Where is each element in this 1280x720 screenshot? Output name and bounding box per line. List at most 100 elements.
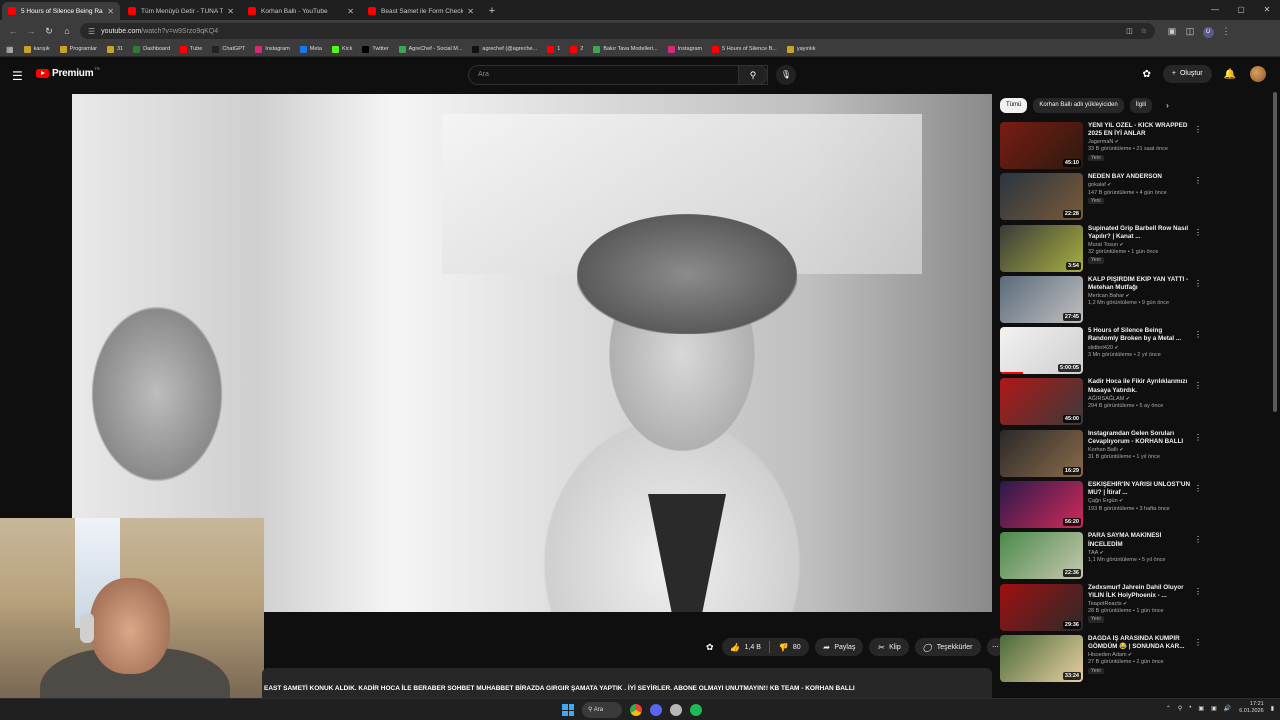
volume-icon[interactable]: 🔊: [1224, 705, 1231, 712]
channel-name[interactable]: AĞIRSAĞLAM: [1088, 396, 1124, 402]
browser-tab[interactable]: Korhan Ballı - YouTube ✕: [242, 2, 360, 20]
video-title[interactable]: NEDEN BAY ANDERSON: [1088, 173, 1192, 181]
tab-close-icon[interactable]: ✕: [107, 7, 114, 16]
reload-icon[interactable]: ↻: [40, 26, 58, 37]
more-options-icon[interactable]: ⋮: [1194, 330, 1202, 339]
bookmark-item[interactable]: Bakır Tava Modelleri...: [593, 45, 658, 53]
video-title[interactable]: Supinated Grip Barbell Row Nasıl Yapılır…: [1088, 225, 1192, 241]
browser-tab[interactable]: Tüm Menüyü Getir - TUNA TA ✕: [122, 2, 240, 20]
back-icon[interactable]: ←: [4, 26, 22, 36]
premium-download-icon[interactable]: ✿: [706, 642, 714, 653]
bookmark-item[interactable]: agrechef (@agreche...: [472, 45, 537, 53]
forward-icon[interactable]: →: [22, 26, 40, 36]
more-options-icon[interactable]: ⋮: [1194, 433, 1202, 442]
taskbar-clock[interactable]: 17:21 6.01.2026: [1239, 701, 1263, 716]
bookmark-item[interactable]: 5 Hours of Silence B...: [712, 45, 777, 53]
video-thumbnail[interactable]: 22:36: [1000, 532, 1083, 580]
bookmark-item[interactable]: 2: [570, 45, 583, 53]
tray-chevron-icon[interactable]: ⌃: [1166, 705, 1171, 712]
chrome-icon[interactable]: [630, 704, 642, 716]
tab-close-icon[interactable]: ✕: [347, 7, 354, 16]
video-thumbnail[interactable]: 29:36: [1000, 583, 1083, 631]
bookmark-item[interactable]: Meta: [299, 45, 322, 53]
video-thumbnail[interactable]: 45:00: [1000, 378, 1083, 426]
home-icon[interactable]: ⌂: [58, 26, 76, 36]
video-thumbnail[interactable]: 3:54: [1000, 224, 1083, 272]
more-options-icon[interactable]: ⋮: [1194, 125, 1202, 134]
video-thumbnail[interactable]: 27:45: [1000, 275, 1083, 323]
video-title[interactable]: ESKİŞEHİR'İN YARISI UNLOST'UN MU? | İtir…: [1088, 481, 1192, 497]
recommended-video[interactable]: 29:36 Zedxsmurf Jahrein Dahil Oluyor YILI…: [1000, 583, 1270, 635]
chevron-right-icon[interactable]: ›: [1166, 101, 1169, 110]
new-tab-button[interactable]: +: [484, 3, 500, 19]
video-title[interactable]: PARA SAYMA MAKİNESİ İNCELEDİM: [1088, 532, 1192, 548]
close-window-icon[interactable]: ✕: [1254, 0, 1280, 20]
display-icon[interactable]: ▣: [1198, 705, 1204, 712]
spotify-icon[interactable]: [690, 704, 702, 716]
bookmark-item[interactable]: yayınlık: [786, 45, 816, 53]
address-bar[interactable]: ☰ youtube.com/watch?v=w9Srzo9qKQ4 ◫ ☆: [80, 23, 1155, 39]
channel-name[interactable]: Hisseden Adam: [1088, 652, 1127, 658]
more-options-icon[interactable]: ⋮: [1194, 279, 1202, 288]
premium-gift-icon[interactable]: ✿: [1143, 69, 1151, 80]
more-options-icon[interactable]: ⋮: [1194, 587, 1202, 596]
more-options-icon[interactable]: ⋮: [1194, 638, 1202, 647]
bookmark-item[interactable]: 31: [106, 45, 123, 53]
channel-name[interactable]: Korhan Ballı: [1088, 447, 1118, 453]
video-title[interactable]: Zedxsmurf Jahrein Dahil Oluyor YILIN İLK…: [1088, 584, 1192, 600]
video-title[interactable]: KALP PİŞİRDİM EKİP YAN YATTI - Metehan M…: [1088, 276, 1192, 292]
bookmark-item[interactable]: Instagram: [255, 45, 290, 53]
video-thumbnail[interactable]: 56:20: [1000, 481, 1083, 529]
create-button[interactable]: + Oluştur: [1162, 65, 1212, 83]
location-icon[interactable]: ⚲: [1178, 705, 1182, 712]
install-icon[interactable]: ◫: [1126, 27, 1133, 35]
channel-name[interactable]: slidbot420: [1088, 345, 1113, 351]
thanks-button[interactable]: ◯ Teşekkürler: [914, 638, 981, 656]
hamburger-menu-icon[interactable]: ☰: [12, 69, 23, 83]
filter-chip[interactable]: Korhan Ballı adlı yükleyiciden: [1033, 98, 1124, 113]
video-title[interactable]: Kadir Hoca ile Fikir Ayrılıklarımızı Mas…: [1088, 378, 1192, 394]
app-icon[interactable]: [670, 704, 682, 716]
clip-button[interactable]: ✂ Klip: [869, 638, 909, 656]
filter-chip[interactable]: Tümü: [1000, 98, 1028, 113]
recommended-video[interactable]: 3:54 Supinated Grip Barbell Row Nasıl Yap…: [1000, 224, 1270, 276]
channel-name[interactable]: Murat Tosun: [1088, 242, 1118, 248]
browser-tab[interactable]: Beast Samet ile Form Check ✕: [362, 2, 480, 20]
minimize-icon[interactable]: —: [1202, 0, 1228, 20]
bookmark-item[interactable]: Kick: [332, 45, 352, 53]
bookmark-item[interactable]: 1: [547, 45, 560, 53]
network-icon[interactable]: ▣: [1211, 705, 1217, 712]
recommended-video[interactable]: 16:29 Instagramdan Gelen Soruları Cevaplı…: [1000, 429, 1270, 481]
channel-name[interactable]: JagermaN: [1088, 139, 1113, 145]
scrollbar-thumb[interactable]: [1273, 92, 1277, 412]
bookmark-item[interactable]: Tube: [180, 45, 202, 53]
bookmark-item[interactable]: karışık: [23, 45, 50, 53]
video-description[interactable]: EAST SAMETİ KONUK ALDIK. KADİR HOCA İLE …: [262, 668, 992, 698]
account-avatar[interactable]: [1250, 66, 1266, 82]
bookmark-item[interactable]: Twitter: [362, 45, 389, 53]
site-info-icon[interactable]: ☰: [88, 27, 95, 36]
discord-icon[interactable]: [650, 704, 662, 716]
more-options-icon[interactable]: ⋮: [1194, 535, 1202, 544]
dislike-button[interactable]: 👎 80: [770, 643, 809, 652]
recommended-video[interactable]: 33:24 DAĞDA İŞ ARASINDA KUMPİR GÖMDÜM 😂 |…: [1000, 634, 1270, 686]
recommended-video[interactable]: 5:00:05 5 Hours of Silence Being Randomly…: [1000, 327, 1270, 378]
bookmark-star-icon[interactable]: ☆: [1141, 27, 1147, 35]
recommended-video[interactable]: 22:28 NEDEN BAY ANDERSON gokalaf ✔ 147 B gö…: [1000, 173, 1270, 224]
video-thumbnail[interactable]: 5:00:05: [1000, 327, 1083, 375]
bookmark-item[interactable]: ChatGPT: [212, 45, 245, 53]
maximize-icon[interactable]: ▢: [1228, 0, 1254, 20]
video-thumbnail[interactable]: 22:28: [1000, 173, 1083, 221]
more-options-icon[interactable]: ⋮: [1194, 381, 1202, 390]
channel-name[interactable]: TeapotReacts: [1088, 601, 1122, 607]
menu-kebab-icon[interactable]: ⋮: [1217, 26, 1235, 37]
video-thumbnail[interactable]: 33:24: [1000, 634, 1083, 682]
video-thumbnail[interactable]: 45:10: [1000, 122, 1083, 169]
notifications-bell-icon[interactable]: 🔔: [1224, 69, 1236, 80]
more-options-icon[interactable]: ⋮: [1194, 484, 1202, 493]
channel-name[interactable]: gokalaf: [1088, 182, 1106, 188]
recommended-video[interactable]: 45:00 Kadir Hoca ile Fikir Ayrılıklarımız…: [1000, 378, 1270, 429]
share-button[interactable]: ➦ Paylaş: [814, 638, 864, 656]
channel-name[interactable]: Çağrı Ergün: [1088, 498, 1118, 504]
filter-chip[interactable]: İlgili: [1129, 98, 1153, 113]
